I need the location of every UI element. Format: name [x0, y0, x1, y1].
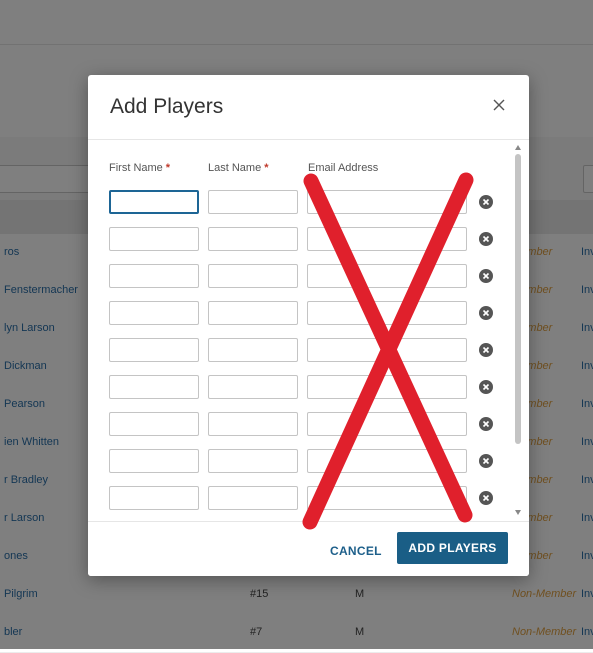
last-name-input[interactable]: [208, 264, 298, 288]
required-marker: *: [264, 162, 269, 174]
email-address-input[interactable]: [307, 301, 467, 325]
email-address-label: Email Address: [308, 162, 379, 174]
remove-circle-icon: [482, 494, 490, 502]
remove-row-button[interactable]: [479, 306, 493, 320]
first-name-input[interactable]: [109, 449, 199, 473]
email-address-input[interactable]: [307, 449, 467, 473]
add-players-button[interactable]: ADD PLAYERS: [397, 532, 508, 564]
email-address-input[interactable]: [307, 264, 467, 288]
first-name-input[interactable]: [109, 264, 199, 288]
remove-row-button[interactable]: [479, 491, 493, 505]
dialog-header: Add Players: [88, 75, 529, 140]
remove-row-button[interactable]: [479, 454, 493, 468]
first-name-input[interactable]: [109, 412, 199, 436]
remove-row-button[interactable]: [479, 195, 493, 209]
remove-circle-icon: [482, 420, 490, 428]
remove-row-button[interactable]: [479, 232, 493, 246]
remove-circle-icon: [482, 272, 490, 280]
remove-circle-icon: [482, 457, 490, 465]
remove-circle-icon: [482, 235, 490, 243]
last-name-label: Last Name *: [208, 162, 269, 174]
first-name-label: First Name *: [109, 162, 171, 174]
remove-circle-icon: [482, 309, 490, 317]
email-address-input[interactable]: [307, 227, 467, 251]
email-address-input[interactable]: [307, 190, 467, 214]
email-address-input[interactable]: [307, 375, 467, 399]
remove-circle-icon: [482, 346, 490, 354]
first-name-input[interactable]: [109, 338, 199, 362]
first-name-input[interactable]: [109, 301, 199, 325]
last-name-input[interactable]: [208, 301, 298, 325]
first-name-input[interactable]: [109, 227, 199, 251]
last-name-input[interactable]: [208, 227, 298, 251]
last-name-input[interactable]: [208, 486, 298, 510]
close-icon: [493, 99, 505, 111]
add-players-dialog: Add Players First Name * Last Name * Email…: [88, 75, 529, 576]
cancel-button[interactable]: CANCEL: [324, 536, 384, 566]
scroll-down-arrow-icon[interactable]: [515, 510, 521, 515]
first-name-input[interactable]: [109, 190, 199, 214]
last-name-input[interactable]: [208, 412, 298, 436]
last-name-input[interactable]: [208, 190, 298, 214]
required-marker: *: [165, 162, 171, 174]
email-address-input[interactable]: [307, 486, 467, 510]
last-name-input[interactable]: [208, 338, 298, 362]
close-button[interactable]: [486, 92, 512, 118]
last-name-input[interactable]: [208, 449, 298, 473]
remove-row-button[interactable]: [479, 343, 493, 357]
scroll-up-arrow-icon[interactable]: [515, 145, 521, 150]
remove-circle-icon: [482, 383, 490, 391]
dialog-title: Add Players: [110, 95, 224, 118]
dialog-body: First Name * Last Name * Email Address: [88, 140, 529, 520]
email-address-input[interactable]: [307, 338, 467, 362]
remove-circle-icon: [482, 198, 490, 206]
email-address-input[interactable]: [307, 412, 467, 436]
first-name-input[interactable]: [109, 375, 199, 399]
remove-row-button[interactable]: [479, 269, 493, 283]
dialog-scrollbar[interactable]: [514, 142, 524, 518]
remove-row-button[interactable]: [479, 380, 493, 394]
first-name-input[interactable]: [109, 486, 199, 510]
dialog-footer: CANCEL ADD PLAYERS: [88, 521, 529, 576]
last-name-input[interactable]: [208, 375, 298, 399]
remove-row-button[interactable]: [479, 417, 493, 431]
scroll-thumb[interactable]: [515, 154, 521, 444]
